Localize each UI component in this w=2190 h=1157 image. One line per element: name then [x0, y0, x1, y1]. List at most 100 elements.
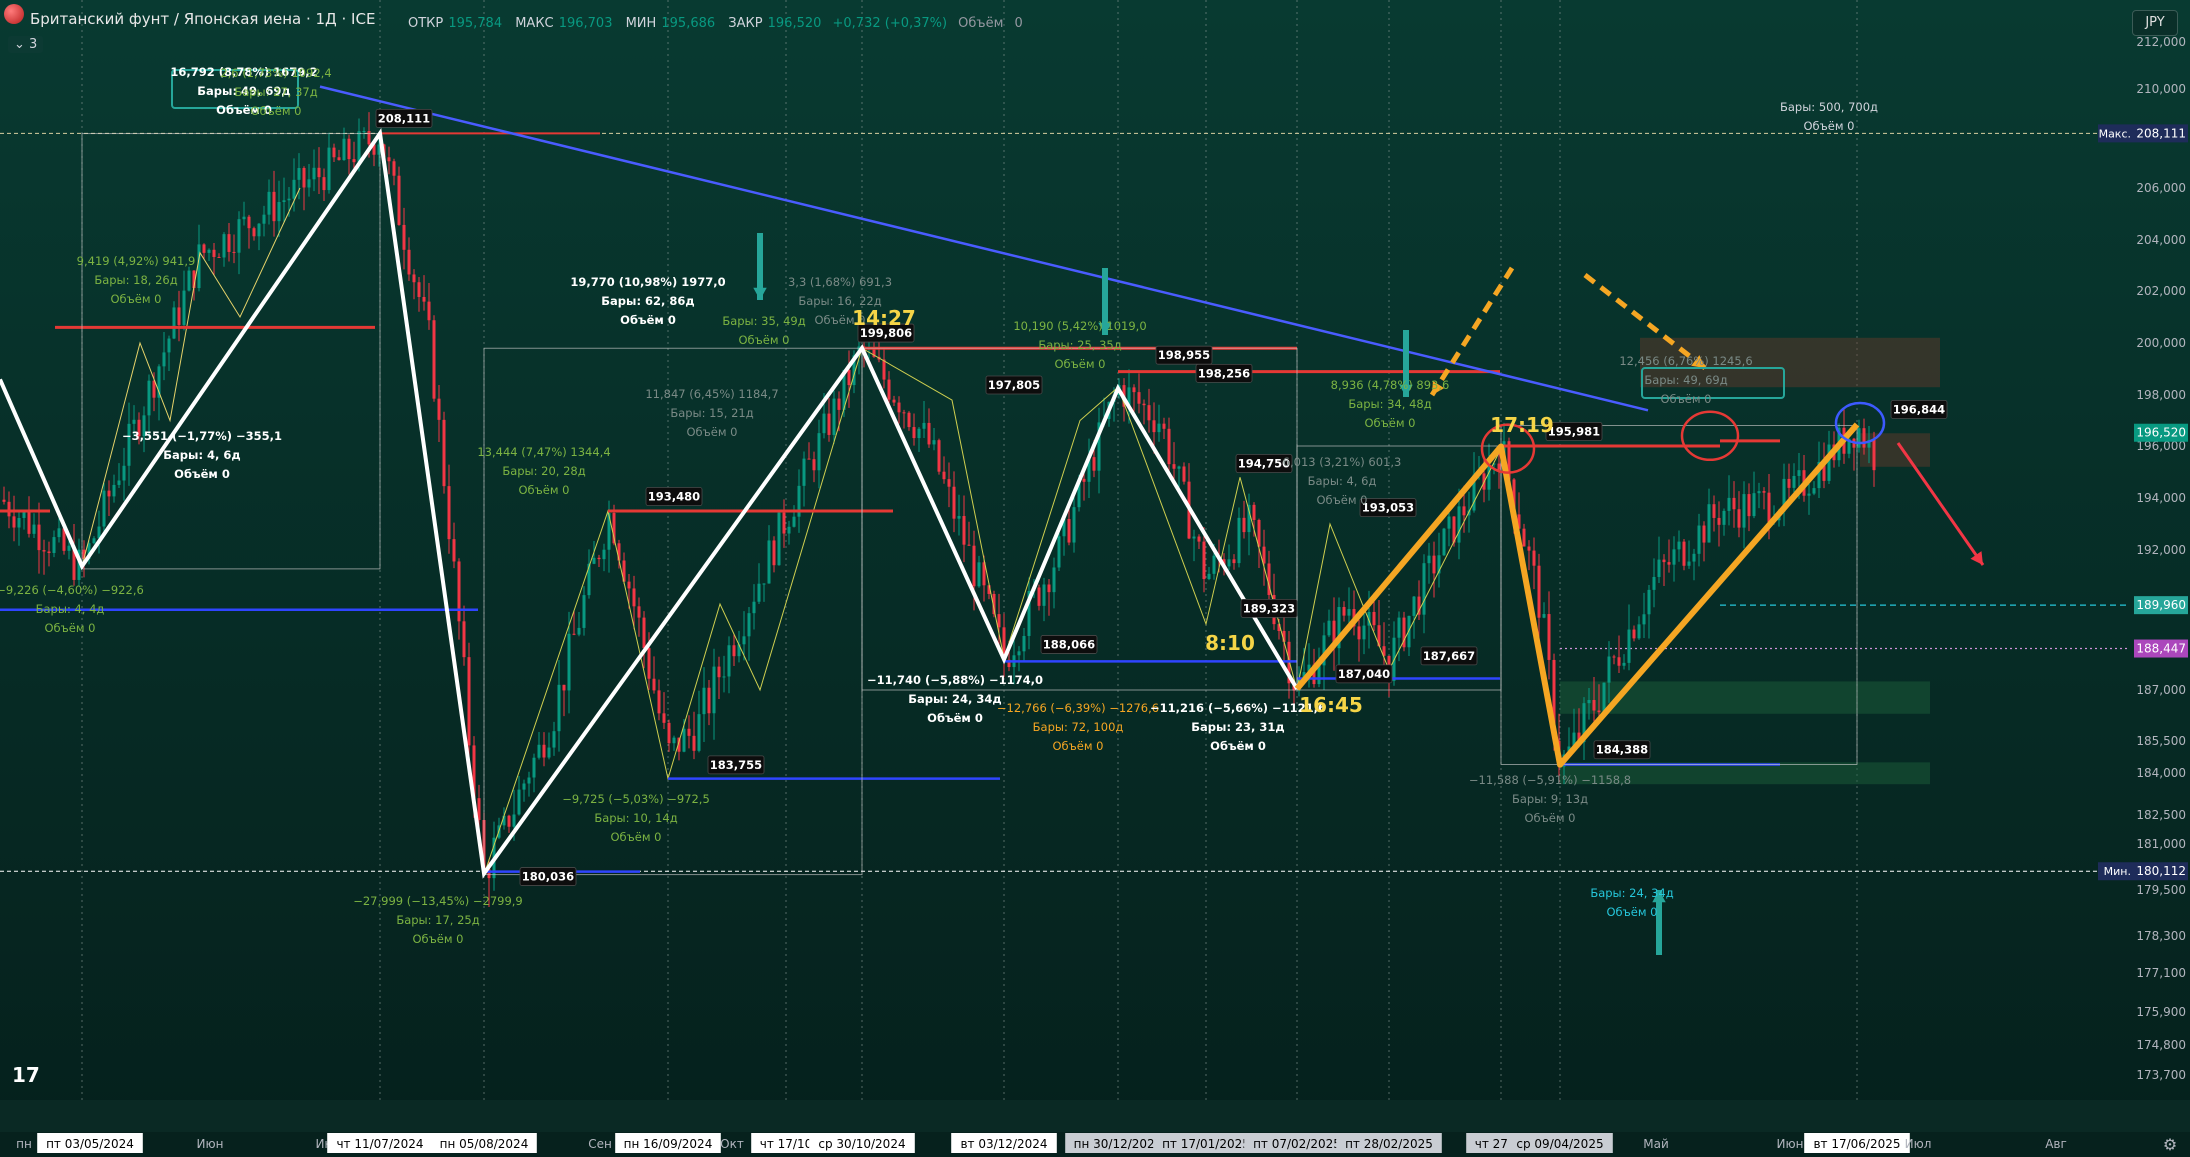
candle-body — [1767, 492, 1771, 523]
candle-body — [572, 633, 576, 635]
chart-area[interactable]: 212,000210,000208,000206,000204,000202,0… — [0, 0, 2190, 1157]
measure-label: 2,6 (1,73%) 1092,4 — [220, 66, 331, 80]
pivot-label: 198,955 — [1158, 348, 1210, 362]
candle-body — [577, 627, 581, 635]
candle-body — [1672, 549, 1676, 565]
candle-body — [1697, 525, 1701, 554]
measure-label: Бары: 24, 34д — [1590, 886, 1673, 900]
candle-body — [747, 613, 751, 637]
candle-body — [1212, 555, 1216, 574]
supply-zone-small[interactable] — [1860, 433, 1930, 467]
pivot-label: 189,323 — [1243, 601, 1295, 615]
price-marker-label: 208,111 — [2136, 126, 2186, 140]
candle-body — [1092, 457, 1096, 471]
candle-body — [417, 282, 421, 297]
measure-label: Объём 0 — [1525, 811, 1576, 825]
gear-icon[interactable]: ⚙ — [2163, 1135, 2177, 1154]
measure-label: Объём 0 — [611, 830, 662, 844]
candle-body — [527, 777, 531, 784]
candle-body — [562, 684, 566, 691]
price-tick-label: 198,000 — [2136, 388, 2186, 402]
time-tick-label: Июн — [197, 1137, 224, 1151]
time-tick-label: пт 17/01/2025 — [1162, 1137, 1250, 1151]
candle-body — [317, 167, 321, 178]
currency-button[interactable]: JPY — [2132, 10, 2178, 36]
candle-body — [977, 562, 981, 587]
measure-label: 3,3 (1,68%) 691,3 — [788, 275, 892, 289]
candle-body — [247, 216, 251, 229]
candle-body — [1202, 541, 1206, 580]
candle-body — [932, 440, 936, 445]
candle-body — [252, 228, 256, 237]
time-annotation: 17:19 — [1490, 413, 1554, 437]
candle-body — [597, 557, 601, 560]
candle-body — [967, 544, 971, 546]
candle-body — [1462, 506, 1466, 516]
measure-label: −9,226 (−4,60%) −922,6 — [0, 583, 144, 597]
measure-label: Объём 0 — [1210, 739, 1266, 753]
candle-body — [212, 249, 216, 257]
measure-label: Объём 0 — [1317, 493, 1368, 507]
price-marker-label: 188,447 — [2136, 642, 2186, 656]
price-tick-label: 206,000 — [2136, 181, 2186, 195]
measure-label: −12,766 (−6,39%) −1276,6 — [997, 701, 1159, 715]
candle-body — [32, 524, 36, 534]
candle-body — [637, 606, 641, 618]
price-tag-label: Макс. — [2099, 127, 2131, 140]
candle-body — [1667, 562, 1671, 565]
candle-body — [52, 537, 56, 553]
candle-body — [1427, 555, 1431, 564]
candle-body — [1242, 517, 1246, 533]
candle-body — [167, 338, 171, 353]
candle-body — [517, 789, 521, 815]
symbol-title[interactable]: Британский фунт / Японская иена · 1Д · I… — [30, 10, 375, 28]
candle-body — [717, 666, 721, 678]
candle-body — [1497, 463, 1501, 470]
candle-body — [937, 440, 941, 472]
candle-body — [1412, 596, 1416, 616]
candle-body — [547, 747, 551, 758]
candle-body — [1732, 497, 1736, 510]
measure-label: Бары: 17, 25д — [396, 913, 479, 927]
candle-body — [1342, 607, 1346, 616]
indicators-toggle[interactable]: ⌄ 3 — [8, 36, 44, 53]
candle-body — [772, 540, 776, 566]
candle-body — [1542, 614, 1546, 618]
candle-body — [847, 369, 851, 386]
candle-body — [707, 687, 711, 714]
candle-body — [1457, 506, 1461, 543]
candle-body — [1372, 611, 1376, 626]
measure-label: Бары: 500, 700д — [1780, 100, 1878, 114]
open-value: 195,784 — [448, 16, 503, 31]
time-tick-label: Сен — [588, 1137, 612, 1151]
time-axis-scroll[interactable] — [0, 1100, 2190, 1132]
candle-body — [1177, 466, 1181, 469]
candle-body — [112, 484, 116, 497]
candle-body — [672, 737, 676, 744]
candle-body — [1227, 559, 1231, 567]
candle-body — [1237, 517, 1241, 564]
candle-body — [922, 422, 926, 429]
candle-body — [1362, 625, 1366, 640]
candle-body — [897, 402, 901, 413]
measure-label: 9,419 (4,92%) 941,9 — [77, 254, 196, 268]
candle-body — [257, 223, 261, 237]
measure-label: Бары: 27, 37д — [234, 85, 317, 99]
candle-body — [1692, 553, 1696, 562]
candle-body — [1827, 444, 1831, 481]
candle-body — [1762, 491, 1766, 493]
candle-body — [892, 399, 896, 403]
measure-label: Объём 0 — [620, 313, 676, 327]
price-chart[interactable]: 212,000210,000208,000206,000204,000202,0… — [0, 0, 2190, 1157]
candle-body — [682, 728, 686, 752]
candle-body — [1687, 561, 1691, 566]
candle-body — [147, 380, 151, 416]
candle-body — [427, 301, 431, 321]
measure-label: Объём 0 — [413, 932, 464, 946]
price-tick-label: 185,500 — [2136, 734, 2186, 748]
candle-body — [512, 814, 516, 827]
candle-body — [457, 561, 461, 622]
pivot-label: 197,805 — [988, 378, 1040, 392]
pivot-label: 208,111 — [378, 111, 430, 125]
measure-label: −3,551 (−1,77%) −355,1 — [122, 429, 282, 443]
